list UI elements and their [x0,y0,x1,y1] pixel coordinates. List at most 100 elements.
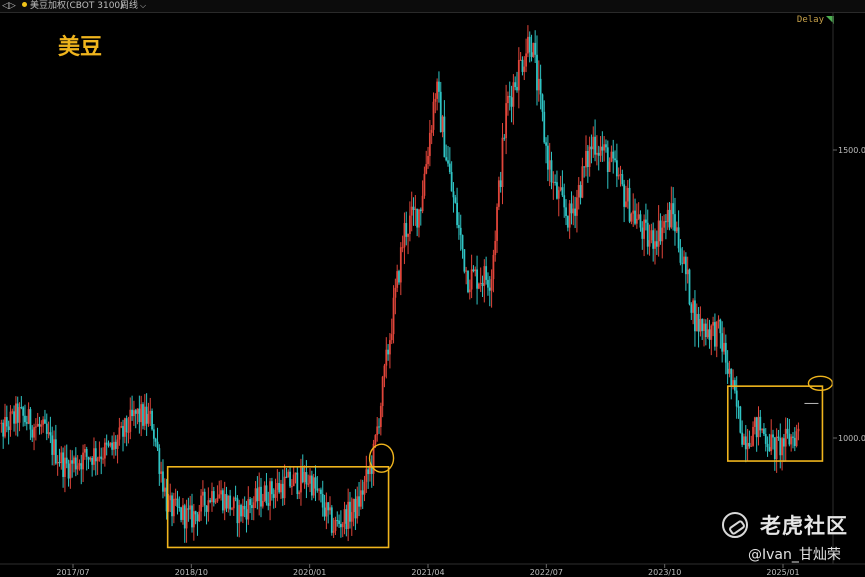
candle-body [784,428,787,447]
candle-body [111,442,114,450]
candle-body [91,457,94,465]
candle-body [730,368,733,386]
candle-body [67,463,70,479]
candle-body [501,137,504,187]
candle-body [292,474,295,487]
candle-body [595,152,598,155]
y-tick-label: 1500.00 [838,146,865,155]
x-tick-label: 2021/04 [411,568,444,577]
candle-body [332,530,335,533]
x-tick-label: 2020/01 [293,568,326,577]
candle-body [777,436,780,438]
candle-body [496,206,498,241]
candle-body [350,512,353,522]
candle-body [51,435,54,455]
candle-body [579,185,582,198]
candle-body [220,490,222,495]
candles-layer [0,25,800,543]
candle-body [548,160,551,170]
candle-body [123,418,126,437]
candle-body [62,452,65,477]
candle-body [396,271,399,288]
candle-body [438,81,440,92]
candle-body [143,406,146,426]
candle-body [483,266,486,286]
candle-body [118,427,121,440]
candle-body [688,269,691,305]
candle-body [60,452,63,464]
candle-body [606,147,609,173]
candle-body [581,166,584,198]
candle-body [245,509,248,520]
tiger-logo-icon [722,512,748,538]
candle-body [492,254,495,280]
candle-body [171,495,173,517]
candle-body [783,438,785,447]
candle-body [27,409,30,424]
candle-body [750,445,753,447]
candle-body [196,514,199,522]
candle-body [154,438,157,442]
candle-body [456,202,458,226]
x-tick-label: 2017/07 [56,568,89,577]
period-selector[interactable]: 周线 ⌵ [120,0,146,12]
chart-title: 美豆 [58,34,102,60]
candle-body [283,476,286,499]
candle-body [2,422,5,437]
candle-body [47,432,50,434]
watermark-user: @Ivan_甘灿荣 [748,547,841,563]
candle-body [103,442,106,459]
candle-body [29,409,32,430]
candle-body [359,490,362,507]
candle-body [38,423,41,427]
candle-body [463,249,466,272]
candle-body [614,158,616,161]
candle-body [89,457,92,460]
candle-body [354,498,357,519]
candle-body [65,457,68,464]
candle-body [470,269,473,290]
candle-body [454,197,457,203]
candle-body [162,471,164,492]
candle-body [294,472,297,475]
price-chart[interactable]: 美豆 Delay 1000.001500.00 2017/072018/1020… [0,13,865,577]
candle-body [603,144,606,151]
candle-body [33,427,35,438]
candle-body [701,319,704,331]
candle-body [140,404,143,423]
nav-arrows-icon[interactable]: ◁▷ [2,0,16,12]
candle-body [545,142,547,146]
candle-body [445,157,448,161]
candle-body [634,210,636,224]
candle-body [786,428,789,434]
candle-body [289,471,291,487]
candle-body [646,222,649,247]
symbol-label: 美豆加权(CBOT 3100) [30,1,124,11]
candle-body [739,406,742,433]
candle-body [741,432,744,445]
candle-body [605,144,607,148]
candle-body [458,225,460,228]
candle-body [131,409,133,417]
candle-body [452,191,455,198]
candle-body [427,155,429,165]
candle-body [412,206,415,210]
candle-body [514,82,517,88]
candle-body [172,498,175,517]
candle-body [320,489,322,494]
candle-body [312,477,315,496]
candle-body [394,287,397,298]
symbol-selector[interactable]: 美豆加权(CBOT 3100) [22,0,124,12]
candle-body [645,219,647,223]
candle-body [726,362,729,374]
candle-body [192,511,195,528]
candle-body [672,203,675,215]
candle-body [134,410,137,414]
candle-body [439,91,442,133]
candle-body [773,437,776,460]
candle-body [679,248,682,263]
candle-body [416,208,419,228]
candle-body [301,467,304,483]
candle-body [552,181,555,183]
candle-body [681,262,684,264]
